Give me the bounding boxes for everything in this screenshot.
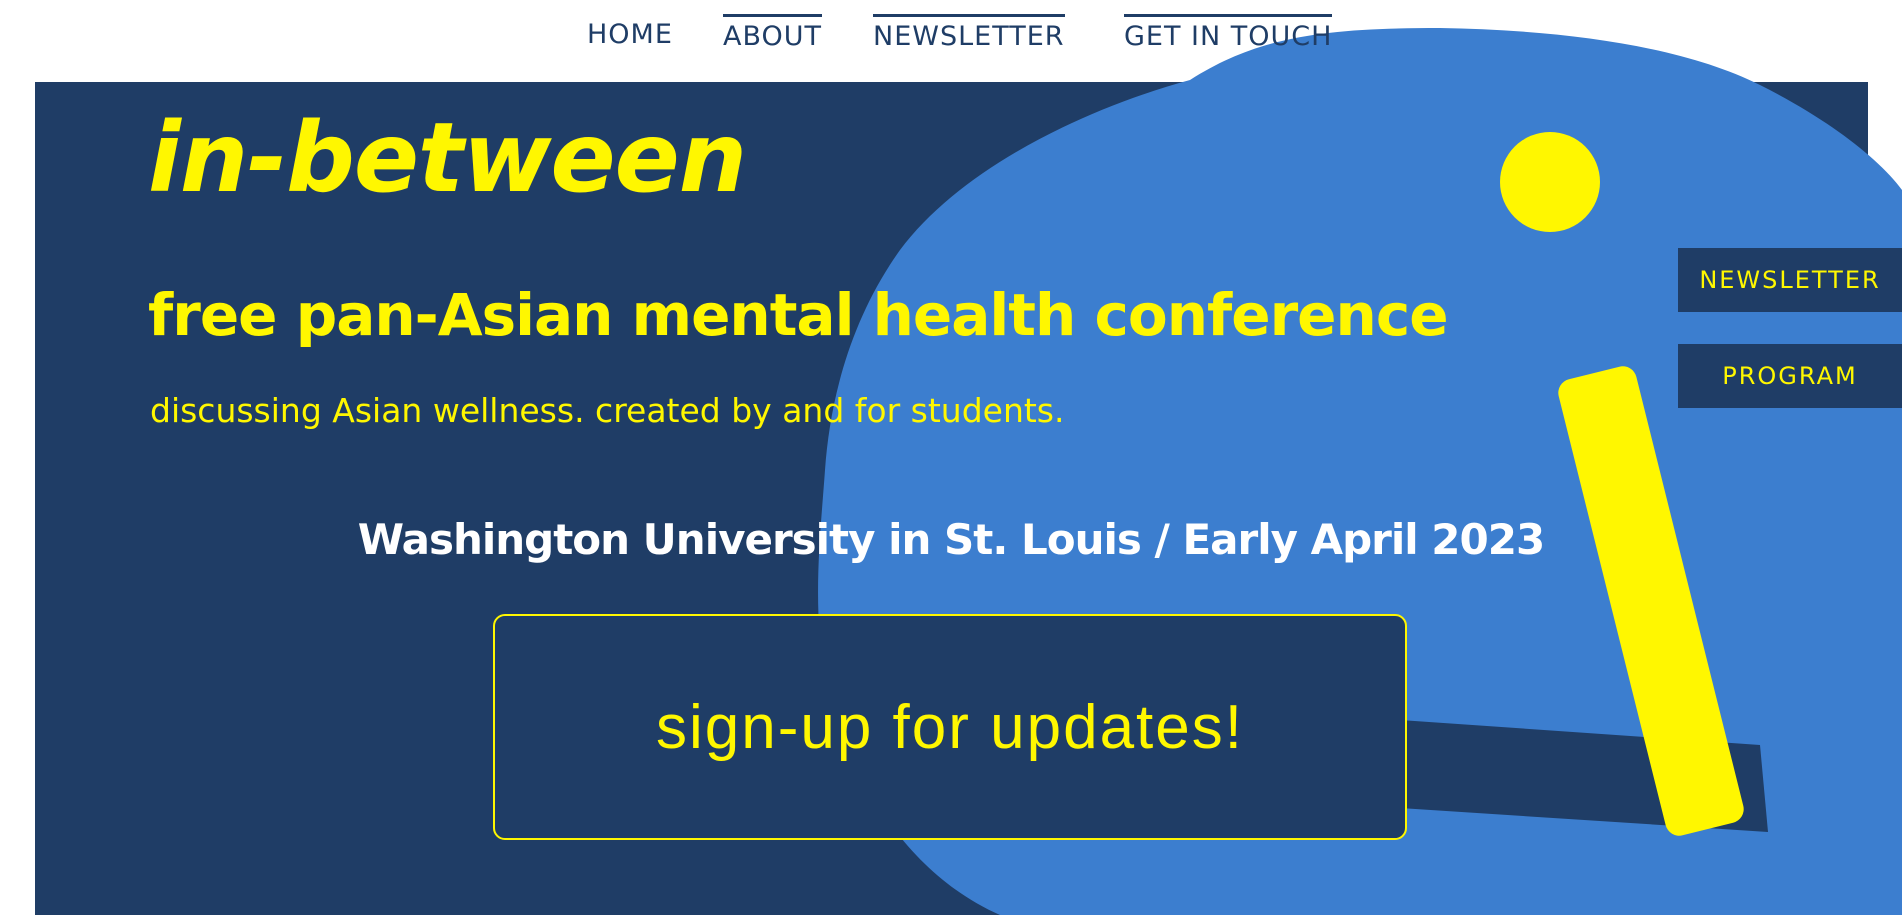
top-nav: HOME ABOUT NEWSLETTER GET IN TOUCH [0,0,1902,80]
signup-button[interactable]: sign-up for updates! [493,614,1407,840]
hero-headline: free pan-Asian mental health conference [148,281,1449,349]
hero-subtitle: discussing Asian wellness. created by an… [150,391,1065,430]
side-newsletter-button[interactable]: NEWSLETTER [1678,248,1902,312]
site-logo: in-between [148,102,747,214]
side-newsletter-label: NEWSLETTER [1699,266,1881,294]
side-program-label: PROGRAM [1722,362,1858,390]
nav-home-link[interactable]: HOME [587,14,673,56]
yellow-dot-shape [1500,132,1600,232]
nav-about-link[interactable]: ABOUT [723,14,823,59]
nav-newsletter-link[interactable]: NEWSLETTER [873,14,1065,59]
signup-button-label: sign-up for updates! [655,692,1244,762]
side-program-button[interactable]: PROGRAM [1678,344,1902,408]
event-info: Washington University in St. Louis / Ear… [357,515,1545,564]
nav-get-in-touch-link[interactable]: GET IN TOUCH [1124,14,1333,59]
page: HOME ABOUT NEWSLETTER GET IN TOUCH in-be… [0,0,1902,915]
